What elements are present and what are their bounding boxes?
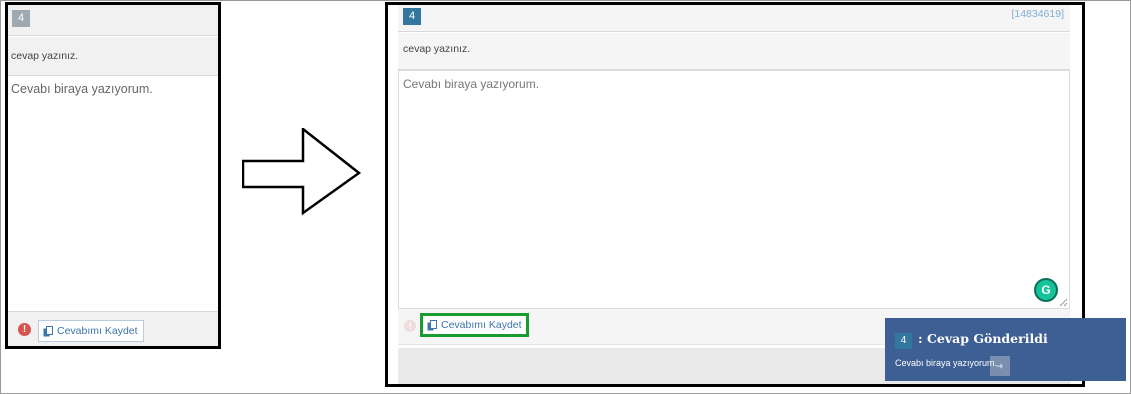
save-answer-button[interactable]: Cevabımı Kaydet [38,320,144,342]
save-answer-label: Cevabımı Kaydet [441,319,522,331]
exclamation-circle-icon: ! [404,320,416,332]
exclamation-circle-icon: ! [18,323,31,336]
question-header: 4 [14834619] [398,5,1070,32]
answer-textarea[interactable]: Cevabı biraya yazıyorum. [8,77,218,311]
resize-grip-icon[interactable] [1059,298,1068,307]
question-text: cevap yazınız. [8,37,218,76]
toast-question-number: 4 [895,333,912,349]
grammarly-icon[interactable]: G [1036,280,1056,300]
copy-icon [427,319,437,330]
answer-text: Cevabı biraya yazıyorum. [403,77,540,91]
question-footer: ! Cevabımı Kaydet [8,311,218,346]
question-number-badge: 4 [12,10,30,27]
save-answer-label: Cevabımı Kaydet [57,325,138,337]
answer-text: Cevabı biraya yazıyorum. [11,82,153,96]
toast-title: : Cevap Gönderildi [918,331,1048,346]
question-number-badge: 4 [403,8,421,25]
answer-textarea[interactable]: Cevabı biraya yazıyorum. G [398,70,1070,309]
toast-body: Cevabı biraya yazıyorum. [895,358,998,368]
question-panel-before: 4 cevap yazınız. Cevabı biraya yazıyorum… [5,2,221,349]
question-id: [14834619] [1011,8,1064,20]
save-answer-button[interactable]: Cevabımı Kaydet [420,313,529,337]
question-header: 4 [8,5,218,36]
copy-icon [43,325,53,336]
question-text: cevap yazınız. [398,33,1070,70]
right-arrow-outline-icon [242,128,362,216]
answer-sent-toast[interactable]: ➜ 4 : Cevap Gönderildi Cevabı biraya yaz… [885,318,1126,381]
